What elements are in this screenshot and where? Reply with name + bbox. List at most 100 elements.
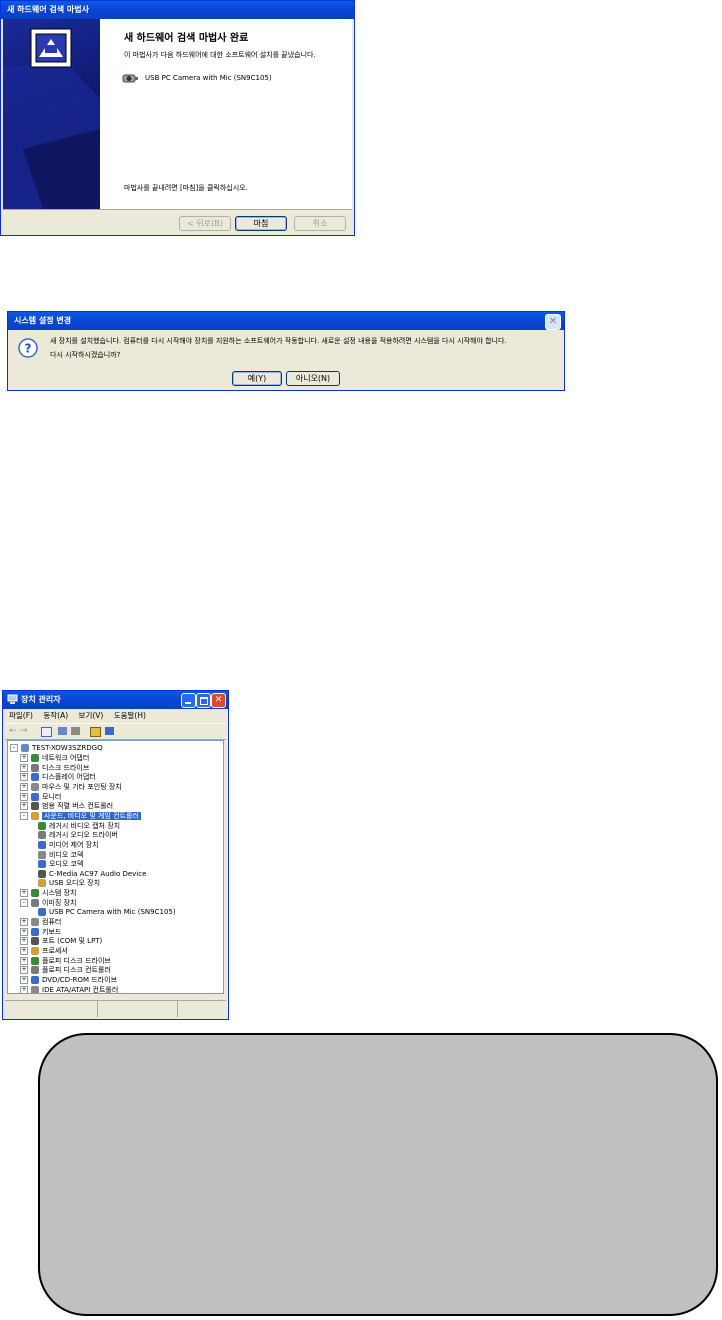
menu-action[interactable]: 동작(A) xyxy=(43,711,68,720)
tree-node-label: C-Media AC97 Audio Device xyxy=(49,869,147,878)
tree-node-label: 컴퓨터 xyxy=(42,918,62,927)
tree-category[interactable]: + 네트워크 어댑터 xyxy=(20,753,89,763)
tree-category[interactable]: + IDE ATA/ATAPI 컨트롤러 xyxy=(20,985,119,994)
device-icon xyxy=(38,879,46,888)
hardware-wizard-window: 새 하드웨어 검색 마법사 새 하드웨어 검색 마법사 완료 이 마법사가 다음… xyxy=(0,0,355,236)
menu-help[interactable]: 도움말(H) xyxy=(114,711,146,720)
tree-category[interactable]: + 플로피 디스크 드라이브 xyxy=(20,956,111,966)
tree-category[interactable]: + 프로세서 xyxy=(20,946,68,956)
tree-category[interactable]: + 포트 (COM 및 LPT) xyxy=(20,936,102,946)
tree-device[interactable]: 레거시 오디오 드라이버 xyxy=(38,830,118,840)
forward-arrow-icon[interactable]: → xyxy=(20,726,28,736)
tree-category[interactable]: + 시스템 장치 xyxy=(20,888,76,898)
tree-category[interactable]: + 플로피 디스크 컨트롤러 xyxy=(20,965,111,975)
expand-icon[interactable]: + xyxy=(20,927,28,936)
menu-bar: 파일(F) 동작(A) 보기(V) 도움말(H) xyxy=(5,709,226,723)
expand-icon[interactable]: + xyxy=(20,889,28,898)
tree-node-label: 프로세서 xyxy=(42,947,68,955)
expand-icon[interactable]: + xyxy=(20,937,28,946)
expand-icon[interactable]: + xyxy=(20,773,28,782)
tree-device[interactable]: USB 오디오 장치 xyxy=(38,878,100,888)
tree-category[interactable]: + 모니터 xyxy=(20,792,61,802)
tree-node-label: IDE ATA/ATAPI 컨트롤러 xyxy=(42,985,119,994)
no-button[interactable]: 아니오(N) xyxy=(286,371,340,386)
tree-root[interactable]: - TEST-XOW3SZRDGQ xyxy=(10,743,103,753)
tree-device[interactable]: 미디어 제어 장치 xyxy=(38,840,99,850)
dialog-message: 새 장치를 설치했습니다. 컴퓨터를 다시 시작해야 장치를 지원하는 소프트웨… xyxy=(50,337,507,345)
device-icon xyxy=(31,947,39,955)
cancel-button[interactable]: 취소 xyxy=(294,216,346,231)
camera-icon xyxy=(122,72,138,84)
device-icon xyxy=(31,898,39,907)
tree-category[interactable]: + 디스플레이 어댑터 xyxy=(20,772,96,782)
tree-category[interactable]: + 범용 직렬 버스 컨트롤러 xyxy=(20,801,113,811)
wizard-banner xyxy=(3,19,100,209)
device-icon xyxy=(31,956,39,965)
dialog-title: 시스템 설정 변경 xyxy=(8,312,564,330)
close-icon[interactable]: ✕ xyxy=(545,314,561,330)
tree-category[interactable]: - 사운드, 비디오 및 게임 컨트롤러 xyxy=(20,811,141,821)
device-icon xyxy=(31,966,39,975)
hardware-banner-icon xyxy=(3,28,100,209)
device-icon xyxy=(31,792,39,801)
expand-icon[interactable]: + xyxy=(20,947,28,955)
wizard-title: 새 하드웨어 검색 마법사 xyxy=(1,1,354,19)
expand-icon[interactable]: + xyxy=(20,985,28,993)
scan-hardware-icon[interactable] xyxy=(105,727,114,735)
print-icon[interactable] xyxy=(71,727,80,735)
tree-node-label: 디스플레이 어댑터 xyxy=(42,773,96,782)
expand-icon[interactable]: + xyxy=(20,782,28,791)
tree-category[interactable]: + 마우스 및 기타 포인팅 장치 xyxy=(20,782,122,792)
tree-node-label: USB 오디오 장치 xyxy=(49,879,101,888)
yes-button[interactable]: 예(Y) xyxy=(232,371,282,386)
tree-category[interactable]: - 이미징 장치 xyxy=(20,898,76,908)
tree-category[interactable]: + 키보드 xyxy=(20,927,61,937)
dialog-question: 다시 시작하시겠습니까? xyxy=(50,351,121,359)
device-icon xyxy=(38,840,46,849)
wizard-footer: < 뒤로(B) 마침 취소 xyxy=(3,209,352,233)
help-icon[interactable] xyxy=(90,727,101,737)
finish-button[interactable]: 마침 xyxy=(235,216,287,231)
back-arrow-icon[interactable]: ← xyxy=(9,726,17,736)
back-button[interactable]: < 뒤로(B) xyxy=(179,216,231,231)
tree-device[interactable]: USB PC Camera with Mic (SN9C105) xyxy=(38,907,176,917)
tree-node-label: 마우스 및 기타 포인팅 장치 xyxy=(42,782,122,791)
device-icon xyxy=(31,927,39,936)
expand-icon[interactable]: + xyxy=(20,966,28,975)
expand-icon[interactable]: + xyxy=(20,763,28,772)
expand-icon[interactable]: + xyxy=(20,918,28,927)
expand-icon[interactable]: + xyxy=(20,956,28,965)
tree-root-label: TEST-XOW3SZRDGQ xyxy=(32,744,103,752)
tree-device[interactable]: 비디오 코덱 xyxy=(38,850,83,860)
expand-icon[interactable]: + xyxy=(20,802,28,811)
tree-category[interactable]: + 컴퓨터 xyxy=(20,917,61,927)
expand-icon[interactable]: + xyxy=(20,754,28,762)
collapse-icon[interactable]: - xyxy=(20,898,28,907)
tree-node-label: 디스크 드라이브 xyxy=(42,763,90,772)
menu-view[interactable]: 보기(V) xyxy=(79,711,104,720)
device-icon xyxy=(38,860,46,869)
tree-category[interactable]: + 디스크 드라이브 xyxy=(20,763,89,773)
device-icon xyxy=(31,802,39,811)
properties-icon[interactable] xyxy=(58,727,67,735)
collapse-icon[interactable]: - xyxy=(20,811,28,820)
tree-device[interactable]: C-Media AC97 Audio Device xyxy=(38,869,146,879)
device-icon xyxy=(31,782,39,791)
tree-category[interactable]: + DVD/CD-ROM 드라이브 xyxy=(20,975,117,985)
toolbar: ← → xyxy=(5,723,226,740)
device-icon xyxy=(38,869,46,878)
maximize-button[interactable] xyxy=(196,693,211,708)
tree-node-label: 플로피 디스크 드라이브 xyxy=(42,956,111,965)
expand-icon[interactable]: + xyxy=(20,792,28,801)
system-settings-dialog: 시스템 설정 변경 ✕ ? 새 장치를 설치했습니다. 컴퓨터를 다시 시작해야… xyxy=(7,311,565,391)
menu-file[interactable]: 파일(F) xyxy=(9,711,33,720)
expand-icon[interactable]: + xyxy=(20,975,28,984)
view-icon[interactable] xyxy=(41,727,52,737)
tree-node-label: 플로피 디스크 컨트롤러 xyxy=(42,966,111,975)
device-icon xyxy=(31,975,39,984)
computer-icon xyxy=(7,694,18,705)
tree-device[interactable]: 오디오 코덱 xyxy=(38,859,83,869)
minimize-button[interactable] xyxy=(181,693,196,708)
close-icon[interactable]: ✕ xyxy=(211,693,226,708)
tree-device[interactable]: 레거시 비디오 캡처 장치 xyxy=(38,821,120,831)
